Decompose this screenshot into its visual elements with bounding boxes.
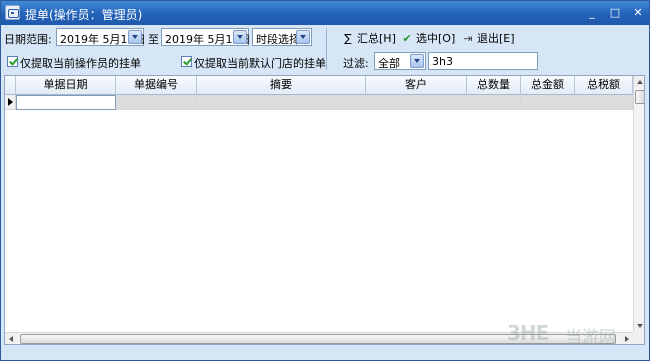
table-row[interactable]	[5, 95, 633, 110]
window-title: 提单(操作员：管理员)	[25, 8, 143, 22]
header-indicator-cell	[5, 76, 16, 95]
scroll-left-icon[interactable]	[5, 333, 18, 344]
watermark-logo: 3HE	[507, 321, 549, 345]
to-label: 至	[148, 33, 159, 46]
column-header[interactable]: 单据编号	[116, 76, 197, 95]
chevron-down-icon[interactable]	[296, 30, 310, 44]
filter-scope-value: 全部	[378, 57, 400, 70]
chevron-down-icon[interactable]	[410, 54, 424, 68]
period-select-value: 时段选择	[256, 33, 300, 46]
filter-text-input[interactable]: 3h3	[428, 52, 538, 70]
minimize-button[interactable]: _	[583, 5, 601, 21]
date-to-picker[interactable]: 2019年 5月13日	[161, 28, 251, 46]
toolbar-separator	[326, 28, 327, 70]
scroll-up-icon[interactable]	[634, 76, 644, 89]
period-select[interactable]: 时段选择	[252, 28, 312, 46]
date-range-label: 日期范围:	[4, 33, 52, 46]
column-header[interactable]: 总金额	[521, 76, 575, 95]
table-cell[interactable]	[467, 95, 521, 110]
checkmark-icon: ✔	[402, 32, 412, 45]
watermark: 3HE 当游网	[507, 319, 641, 348]
exit-button[interactable]: ⇥ 退出[E]	[461, 30, 515, 50]
table-cell[interactable]	[116, 95, 197, 110]
date-from-picker[interactable]: 2019年 5月13日	[56, 28, 146, 46]
filter-text-value: 3h3	[432, 55, 453, 68]
watermark-text: 当游网	[565, 328, 616, 348]
only-current-operator-label[interactable]: 仅提取当前操作员的挂单	[20, 55, 141, 71]
filter-scope-select[interactable]: 全部	[374, 52, 426, 70]
app-icon	[5, 5, 20, 20]
column-header[interactable]: 总税额	[575, 76, 633, 95]
app-window: 提单(操作员：管理员) _ □ ✕ 日期范围: 2019年 5月13日 至 20…	[0, 0, 650, 361]
table-cell[interactable]	[366, 95, 467, 110]
table-cell[interactable]	[575, 95, 633, 110]
only-default-store-label[interactable]: 仅提取当前默认门店的挂单	[194, 55, 326, 71]
sigma-icon: ∑	[344, 32, 352, 45]
column-header[interactable]: 客户	[366, 76, 467, 95]
document-grid[interactable]: 单据日期 单据编号 摘要 客户 总数量 总金额 总税额	[4, 75, 645, 345]
row-indicator-icon	[5, 95, 16, 110]
filter-toolbar: 日期范围: 2019年 5月13日 至 2019年 5月13日 时段选择 仅提取…	[1, 25, 649, 74]
vertical-scroll-thumb[interactable]	[635, 90, 644, 104]
table-cell-editing[interactable]	[16, 95, 116, 110]
summary-button[interactable]: ∑ 汇总[H]	[341, 30, 396, 50]
column-header[interactable]: 摘要	[197, 76, 366, 95]
maximize-button[interactable]: □	[606, 5, 624, 21]
exit-button-label: 退出[E]	[477, 32, 515, 45]
close-button[interactable]: ✕	[629, 5, 647, 21]
title-bar: 提单(操作员：管理员) _ □ ✕	[1, 1, 649, 25]
exit-door-icon: ⇥	[463, 32, 473, 45]
column-header[interactable]: 单据日期	[16, 76, 116, 95]
chevron-down-icon[interactable]	[233, 30, 247, 44]
chevron-down-icon[interactable]	[128, 30, 142, 44]
summary-button-label: 汇总[H]	[357, 32, 396, 45]
only-current-operator-checkbox[interactable]	[7, 56, 18, 67]
select-button[interactable]: ✔ 选中[O]	[400, 30, 455, 50]
filter-label: 过滤:	[343, 57, 369, 70]
status-bar	[1, 346, 649, 360]
column-header[interactable]: 总数量	[467, 76, 521, 95]
grid-header: 单据日期 单据编号 摘要 客户 总数量 总金额 总税额	[5, 76, 633, 95]
vertical-scrollbar[interactable]	[633, 76, 644, 332]
table-cell[interactable]	[197, 95, 366, 110]
select-button-label: 选中[O]	[416, 32, 456, 45]
table-cell[interactable]	[521, 95, 575, 110]
only-default-store-checkbox[interactable]	[181, 56, 192, 67]
